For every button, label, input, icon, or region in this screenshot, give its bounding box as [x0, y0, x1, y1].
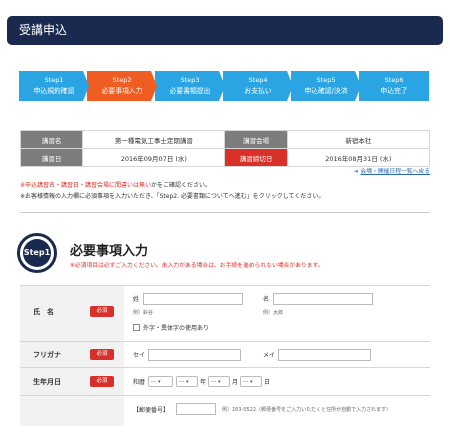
form-row-postal: 【郵便番号】 例）163-0522（郵便番号をご入力いただくと住所が自動で入力さ… [20, 395, 430, 426]
name-label-cell: 氏 名 必須 [20, 286, 124, 341]
required-badge: 必須 [90, 349, 114, 360]
step-number: Step5 [316, 76, 336, 84]
era-label: 和暦 [133, 379, 146, 386]
required-badge: 必須 [90, 306, 114, 317]
chevron-down-icon: ▾ [218, 379, 221, 385]
course-info-table: 講習名 第一種電気工事士定期講習 講習会場 新宿本社 講習日 2016年09月0… [19, 130, 431, 167]
chevron-down-icon: ▾ [186, 379, 189, 385]
step-number: Step6 [384, 76, 404, 84]
furigana-label-cell: フリガナ 必須 [20, 342, 124, 367]
step-label: 申込完了 [380, 87, 408, 95]
foreign-char-label: 外字・異体字の使用あり [143, 325, 210, 332]
step-number: Step1 [44, 76, 64, 84]
course-date-value: 2016年09月07日 (水) [82, 148, 226, 167]
venue-label: 講習会場 [224, 130, 288, 149]
year-select-value: --- [179, 379, 185, 385]
required-badge: 必須 [90, 376, 114, 387]
name-label: 氏 名 [33, 308, 54, 316]
step-label: 申込確認/決済 [304, 87, 348, 95]
step-number: Step4 [248, 76, 268, 84]
foreign-char-checkbox[interactable] [133, 324, 140, 331]
year-select[interactable]: --- ▾ [176, 376, 198, 387]
year-unit: 年 [200, 379, 207, 386]
sei-label: 姓 [133, 296, 140, 303]
day-select[interactable]: --- ▾ [240, 376, 262, 387]
back-to-schedule-link[interactable]: ➜ 会場・開催日程一覧へ戻る [354, 166, 430, 175]
page-header: 受講申込 [7, 16, 443, 45]
step-number: Step2 [112, 76, 132, 84]
step-2: Step2 必要事項入力 [87, 71, 157, 101]
month-select-value: --- [211, 379, 217, 385]
form-row-birthdate: 生年月日 必須 和暦 --- ▾ --- ▾ 年 --- ▾ 月 --- ▾ 日 [20, 367, 430, 395]
instruction-note: ※お客様情報の入力欄に必須事項を入力いただき、「Step2. 必要書類についてへ… [20, 193, 325, 200]
section-subtitle: ※必須項目は必ずご入力ください。未入力がある場合は、お手続を進められない場合があ… [70, 263, 324, 269]
step-number: Step3 [180, 76, 200, 84]
chevron-down-icon: ▾ [158, 379, 161, 385]
birthdate-label-cell: 生年月日 必須 [20, 368, 124, 395]
step-4: Step4 お支払い [223, 71, 293, 101]
day-select-value: --- [243, 379, 249, 385]
progress-steps: Step1 申込規約確認 Step2 必要事項入力 Step3 必要書類提出 Step4 お支… [19, 71, 429, 101]
form-row-furigana: フリガナ 必須 セイ メイ [20, 341, 430, 367]
step-3: Step3 必要書類提出 [155, 71, 225, 101]
mei-label: 名 [263, 296, 270, 303]
mei-kana-input[interactable] [278, 349, 371, 361]
mei-example: 例）太郎 [263, 310, 284, 316]
step-circle-badge: Step1 [17, 233, 57, 273]
postal-label: 【郵便番号】 [133, 407, 170, 414]
furigana-label: フリガナ [33, 351, 61, 359]
application-form: 氏 名 必須 姓 例）鈴谷 名 例）太郎 外字・異体字の使用あり フリガナ 必須… [20, 285, 430, 426]
day-unit: 日 [264, 379, 271, 386]
deadline-label: 講習締切日 [224, 148, 288, 167]
confirm-note-rest: かをご確認ください。 [151, 182, 212, 189]
sei-kana-input[interactable] [148, 349, 241, 361]
step-label: 必要書類提出 [169, 87, 211, 95]
sei-kana-label: セイ [133, 352, 146, 359]
deadline-value: 2016年08月31日 (水) [286, 148, 431, 167]
step-6: Step6 申込完了 [359, 71, 429, 101]
birthdate-label: 生年月日 [33, 378, 61, 386]
mei-kana-label: メイ [263, 352, 276, 359]
confirm-note: ※申込講習名・講習日・講習会場に間違いは無いかをご確認ください。 [20, 180, 211, 189]
form-row-name: 氏 名 必須 姓 例）鈴谷 名 例）太郎 外字・異体字の使用あり [20, 285, 430, 341]
sei-input[interactable] [143, 293, 243, 305]
chevron-down-icon: ▾ [250, 379, 253, 385]
step-label: 申込規約確認 [33, 87, 75, 95]
postal-input[interactable] [176, 403, 216, 415]
month-unit: 月 [232, 379, 239, 386]
venue-value: 新宿本社 [286, 130, 431, 149]
step-1: Step1 申込規約確認 [19, 71, 89, 101]
mei-input[interactable] [273, 293, 373, 305]
step-label: 必要事項入力 [101, 87, 143, 95]
month-select[interactable]: --- ▾ [208, 376, 230, 387]
confirm-note-red: ※申込講習名・講習日・講習会場に間違いは無い [20, 182, 152, 189]
foreign-char-option[interactable]: 外字・異体字の使用あり [133, 323, 209, 332]
postal-example: 例）163-0522（郵便番号をご入力いただくと住所が自動で入力されます） [222, 407, 392, 413]
course-name-label: 講習名 [19, 130, 84, 149]
section-title: 必要事項入力 [70, 244, 149, 259]
arrow-icon: ➜ [353, 169, 359, 175]
address-label-cell [20, 396, 124, 426]
step-5: Step5 申込確認/決済 [291, 71, 361, 101]
step-label: お支払い [244, 87, 272, 95]
step-circle-text: Step1 [23, 239, 51, 267]
era-select-value: --- [151, 379, 157, 385]
divider [20, 212, 430, 213]
back-link-text: 会場・開催日程一覧へ戻る [360, 169, 430, 175]
page-title: 受講申込 [19, 23, 68, 37]
era-select[interactable]: --- ▾ [148, 376, 173, 387]
sei-example: 例）鈴谷 [133, 310, 154, 316]
course-name-value: 第一種電気工事士定期講習 [82, 130, 226, 149]
course-date-label: 講習日 [19, 148, 84, 167]
